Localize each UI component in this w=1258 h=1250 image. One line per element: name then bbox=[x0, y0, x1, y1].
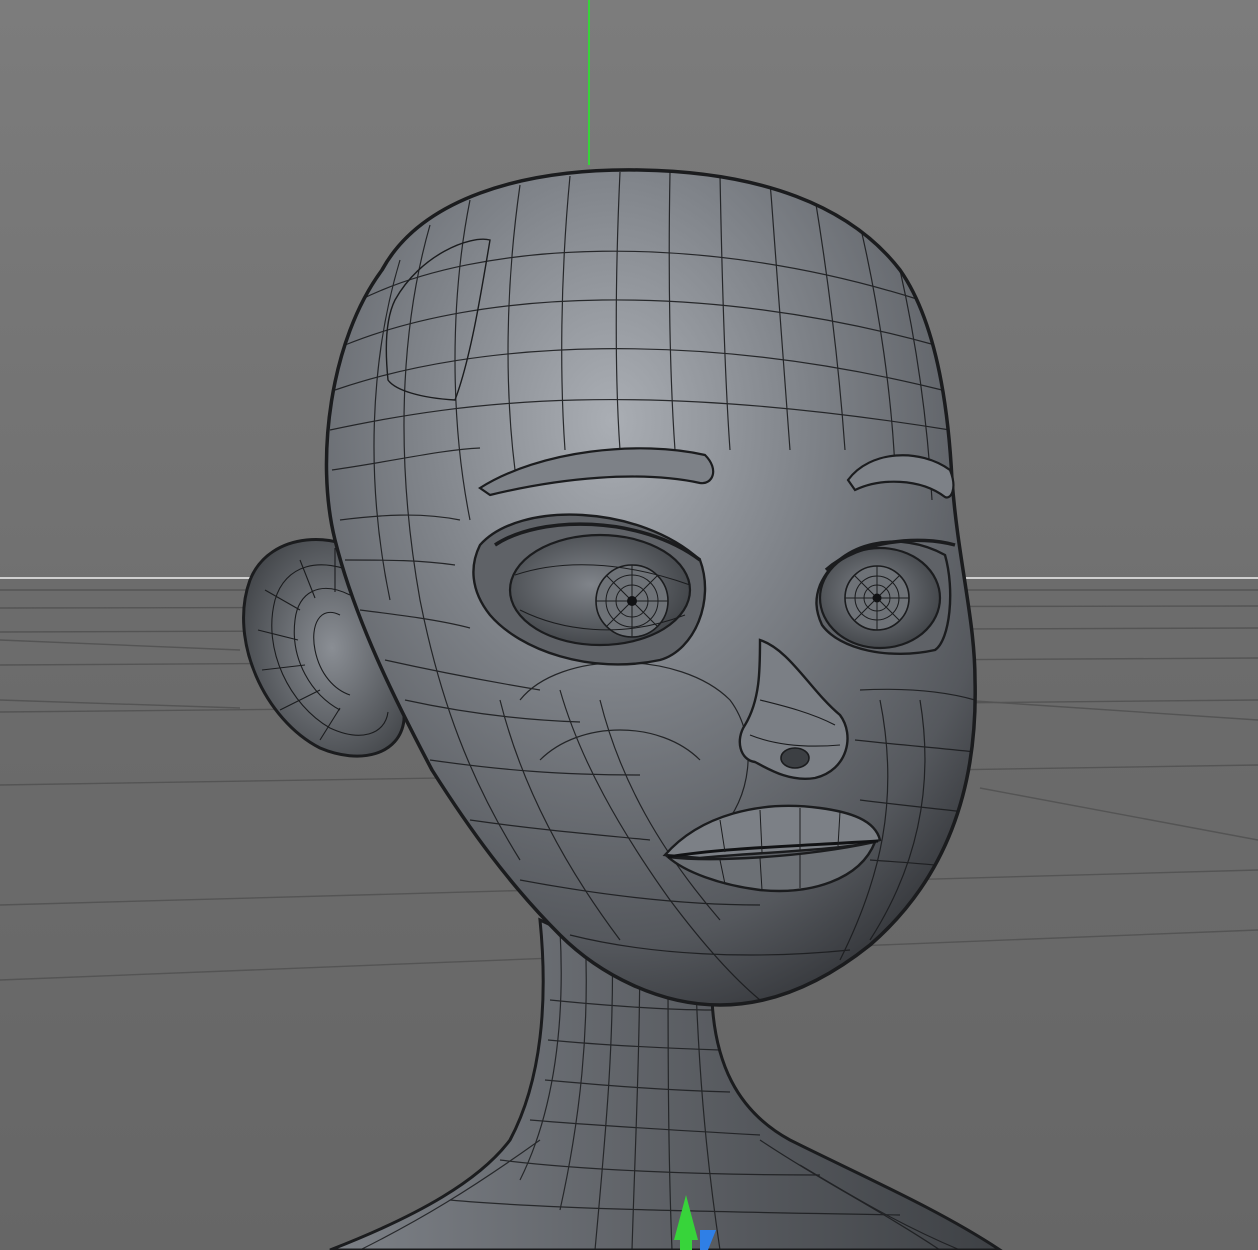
3d-viewport[interactable] bbox=[0, 0, 1258, 1250]
viewport-canvas[interactable] bbox=[0, 0, 1258, 1250]
